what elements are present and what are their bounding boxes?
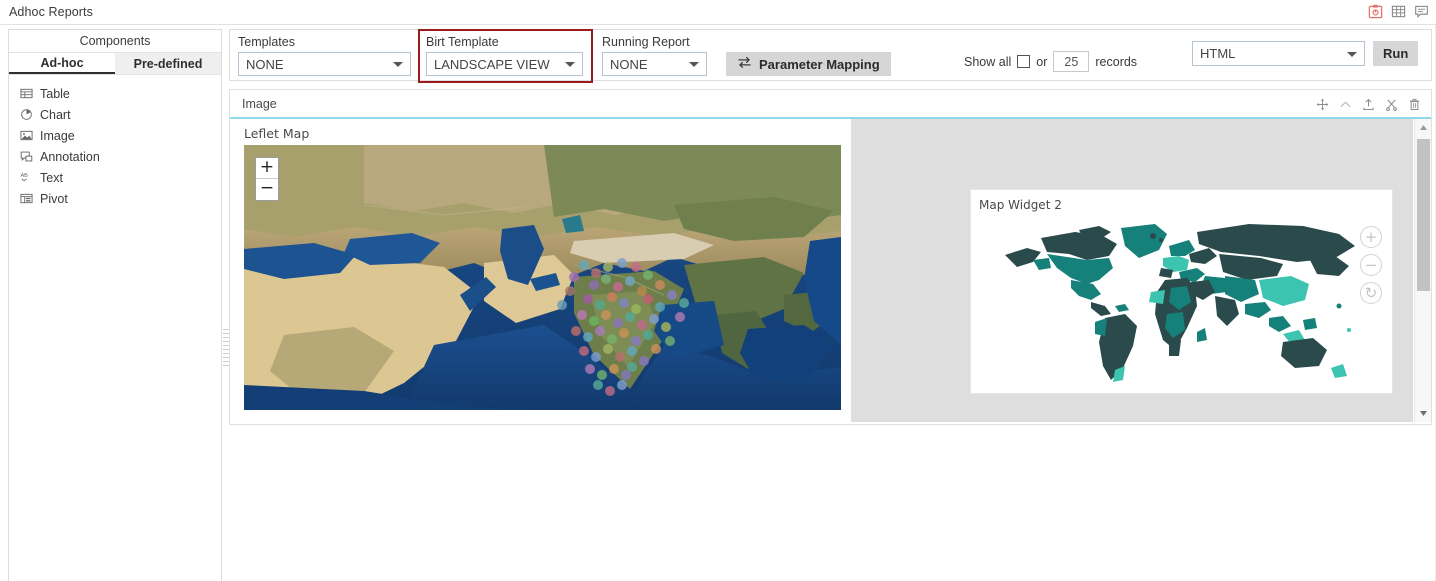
templates-select-value: NONE: [246, 56, 284, 72]
chevron-down-icon: [1347, 51, 1357, 57]
image-widget-panel: Image Map Widget 2 + − ↻ Leflet Map + −: [229, 89, 1432, 425]
tab-pre-defined[interactable]: Pre-defined: [115, 53, 221, 74]
table-icon: [19, 87, 33, 101]
satellite-tile-layer: [244, 145, 841, 410]
panel-vertical-scrollbar[interactable]: [1414, 119, 1431, 422]
running-report-label: Running Report: [602, 35, 690, 49]
sidebar-item-label: Text: [40, 170, 63, 185]
sidebar-item-table[interactable]: Table: [9, 83, 221, 104]
running-report-field: Running Report NONE: [602, 35, 707, 76]
cut-scissors-icon[interactable]: [1384, 97, 1398, 111]
show-all-checkbox[interactable]: [1017, 55, 1031, 68]
parameter-mapping-label: Parameter Mapping: [759, 56, 880, 72]
sidebar-item-annotation[interactable]: Annotation: [9, 146, 221, 167]
chevron-down-icon: [565, 62, 575, 67]
svg-text:AB: AB: [20, 173, 28, 179]
sidebar-item-pivot[interactable]: Pivot: [9, 188, 221, 209]
records-input[interactable]: [1053, 51, 1090, 72]
pivot-icon: [19, 192, 33, 206]
birt-template-field: Birt Template LANDSCAPE VIEW: [426, 35, 583, 76]
sidebar-item-image[interactable]: Image: [9, 125, 221, 146]
run-button[interactable]: Run: [1373, 41, 1419, 66]
parameter-mapping-button[interactable]: Parameter Mapping: [726, 52, 891, 76]
running-report-select-value: NONE: [610, 56, 648, 72]
leaflet-map-canvas[interactable]: + −: [244, 145, 841, 410]
sidebar-item-label: Chart: [40, 107, 71, 122]
records-controls: Show all or records: [964, 51, 1137, 72]
titlebar-icon-group: [1367, 3, 1430, 20]
or-label: or: [1036, 54, 1048, 69]
scrollbar-thumb[interactable]: [1417, 139, 1430, 291]
image-icon: [19, 129, 33, 143]
leaflet-zoom-out-button[interactable]: −: [256, 179, 278, 200]
move-icon[interactable]: [1315, 97, 1329, 111]
sidebar-tabs: Ad-hoc Pre-defined: [9, 53, 221, 75]
run-label: Run: [1383, 46, 1409, 61]
text-abc-icon: AB: [19, 171, 33, 185]
leaflet-map-widget: Leflet Map + −: [244, 126, 849, 413]
components-sidebar: Components Ad-hoc Pre-defined Table Char…: [8, 29, 222, 581]
component-list: Table Chart Image Annotation AB Text Piv…: [9, 75, 221, 209]
leaflet-map-label: Leflet Map: [244, 126, 310, 141]
scroll-up-arrow-icon[interactable]: [1415, 119, 1431, 136]
map-zoom-out-button[interactable]: −: [1360, 254, 1382, 276]
adhoc-reports-app: Adhoc Reports Components Ad-hoc Pre-defi…: [0, 0, 1436, 581]
sidebar-item-label: Pivot: [40, 191, 68, 206]
chevron-down-icon: [689, 62, 699, 67]
annotation-icon: [19, 150, 33, 164]
chart-pie-icon: [19, 108, 33, 122]
chevron-down-icon: [393, 62, 403, 67]
templates-field: Templates NONE: [238, 35, 411, 76]
widget-canvas-region: Map Widget 2 + − ↻: [851, 119, 1413, 422]
chevron-up-icon[interactable]: [1338, 97, 1352, 111]
birt-template-select[interactable]: LANDSCAPE VIEW: [426, 52, 583, 76]
panel-toolbar: [1315, 97, 1421, 111]
report-clipboard-icon[interactable]: [1367, 3, 1384, 20]
sidebar-item-chart[interactable]: Chart: [9, 104, 221, 125]
table-grid-icon[interactable]: [1390, 3, 1407, 20]
scroll-down-arrow-icon[interactable]: [1415, 405, 1431, 422]
delete-trash-icon[interactable]: [1407, 97, 1421, 111]
report-toolbar: Templates NONE Birt Template LANDSCAPE V…: [229, 29, 1432, 83]
export-upload-icon[interactable]: [1361, 97, 1375, 111]
comment-note-icon[interactable]: [1413, 3, 1430, 20]
title-bar: Adhoc Reports: [0, 0, 1436, 25]
panel-header: Image: [230, 90, 1431, 119]
map-widget-2: Map Widget 2 + − ↻: [970, 189, 1393, 394]
leaflet-zoom-controls: + −: [255, 157, 279, 201]
map-widget-2-zoom-controls: + − ↻: [1360, 226, 1382, 304]
sidebar-item-label: Annotation: [40, 149, 100, 164]
map-reset-button[interactable]: ↻: [1360, 282, 1382, 304]
two-way-arrow-icon: [737, 56, 752, 72]
birt-template-select-value: LANDSCAPE VIEW: [434, 56, 550, 72]
world-choropleth-map: [1005, 224, 1355, 382]
output-format-value: HTML: [1200, 46, 1236, 61]
output-format-select[interactable]: HTML: [1192, 41, 1365, 66]
leaflet-zoom-in-button[interactable]: +: [256, 158, 278, 179]
page-title: Adhoc Reports: [9, 5, 93, 19]
sidebar-item-label: Image: [40, 128, 75, 143]
tab-ad-hoc[interactable]: Ad-hoc: [9, 53, 115, 74]
birt-template-label: Birt Template: [426, 35, 499, 49]
panel-body: Map Widget 2 + − ↻ Leflet Map + −: [230, 119, 1431, 422]
sidebar-item-label: Table: [40, 86, 70, 101]
templates-label: Templates: [238, 35, 295, 49]
templates-select[interactable]: NONE: [238, 52, 411, 76]
map-zoom-in-button[interactable]: +: [1360, 226, 1382, 248]
running-report-select[interactable]: NONE: [602, 52, 707, 76]
show-all-label: Show all: [964, 54, 1012, 69]
records-label: records: [1095, 54, 1138, 69]
panel-title: Image: [242, 96, 277, 111]
sidebar-item-text[interactable]: AB Text: [9, 167, 221, 188]
sidebar-header: Components: [9, 30, 221, 53]
